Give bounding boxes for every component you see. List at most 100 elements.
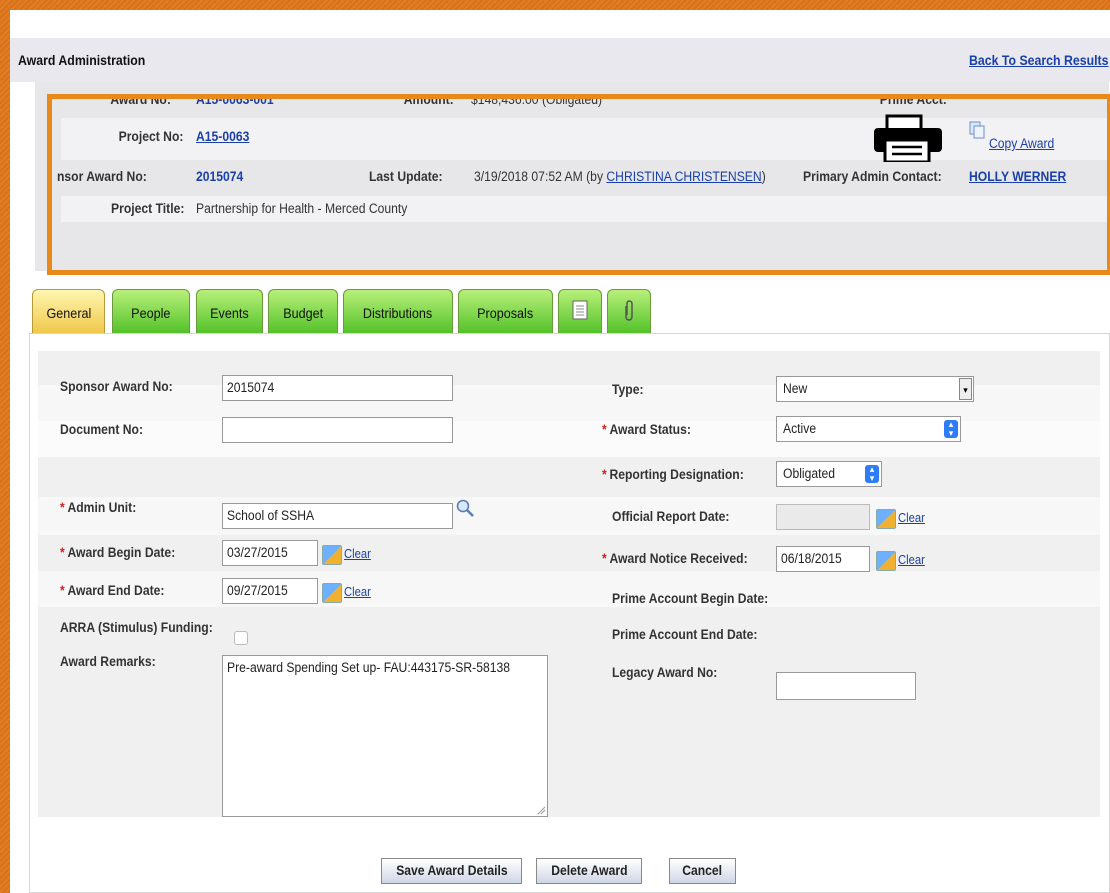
page-title: Award Administration <box>18 52 146 68</box>
summary-row: Project Title: Partnership for Health - … <box>61 196 1110 222</box>
delete-award-button[interactable]: Delete Award <box>536 858 642 884</box>
award-no-label: Award No: <box>110 92 171 107</box>
award-begin-clear-link[interactable]: Clear <box>344 547 371 561</box>
award-summary-header: Award No: A15-0063-001 Amount: $148,436.… <box>35 82 1110 271</box>
award-end-date-field[interactable]: 09/27/2015 <box>222 578 318 604</box>
required-mark: * <box>602 467 607 482</box>
tab-label: People <box>131 305 171 321</box>
type-select[interactable]: New ▾ <box>776 376 974 402</box>
project-title-label: Project Title: <box>111 201 185 216</box>
general-panel: Sponsor Award No: 2015074 Document No: *… <box>29 333 1110 893</box>
type-label: Type: <box>612 382 644 397</box>
sponsor-award-no-value: 2015074 <box>196 169 244 184</box>
form-row <box>38 607 1100 817</box>
reporting-designation-label-text: Reporting Designation: <box>609 467 744 482</box>
award-notice-received-field[interactable]: 06/18/2015 <box>776 546 870 572</box>
back-to-search-results-link[interactable]: Back To Search Results <box>969 52 1108 68</box>
cancel-button-label: Cancel <box>682 863 723 878</box>
delete-button-label: Delete Award <box>550 863 628 878</box>
legacy-award-no-label: Legacy Award No: <box>612 665 718 680</box>
sponsor-award-no-value: 2015074 <box>227 380 275 395</box>
copy-award-link[interactable]: Copy Award <box>989 136 1054 151</box>
reporting-designation-select[interactable]: Obligated ▴ ▾ <box>776 461 882 487</box>
official-report-date-field[interactable] <box>776 504 870 530</box>
tab-notes[interactable] <box>558 289 602 333</box>
chevron-updown-icon: ▴ ▾ <box>865 465 879 483</box>
calendar-icon[interactable] <box>876 509 896 529</box>
tab-label: Events <box>210 305 249 321</box>
award-status-label-text: Award Status: <box>609 422 691 437</box>
last-update-label: Last Update: <box>369 169 443 184</box>
award-notice-clear-link[interactable]: Clear <box>898 553 925 567</box>
admin-unit-field[interactable]: School of SSHA <box>222 503 453 529</box>
search-icon[interactable] <box>455 498 475 518</box>
admin-unit-label-text: Admin Unit: <box>67 500 137 515</box>
project-no-label: Project No: <box>118 129 184 144</box>
admin-unit-value: School of SSHA <box>227 508 315 523</box>
form-row <box>38 571 1100 607</box>
sponsor-award-no-label: Sponsor Award No: <box>60 379 173 394</box>
tab-distributions[interactable]: Distributions <box>343 289 453 333</box>
tab-proposals[interactable]: Proposals <box>458 289 553 333</box>
title-bar: Award Administration Back To Search Resu… <box>10 38 1110 82</box>
calendar-icon[interactable] <box>322 583 342 603</box>
form-row <box>38 535 1100 571</box>
calendar-icon[interactable] <box>322 545 342 565</box>
save-button-label: Save Award Details <box>395 863 508 878</box>
tab-label: Proposals <box>477 305 534 321</box>
sponsor-award-no-label: nsor Award No: <box>57 169 147 184</box>
form-row <box>38 457 1100 497</box>
admin-unit-label: * Admin Unit: <box>60 500 136 515</box>
required-mark: * <box>60 583 65 598</box>
calendar-icon[interactable] <box>876 551 896 571</box>
last-update-user-link[interactable]: CHRISTINA CHRISTENSEN <box>606 169 761 184</box>
paperclip-icon <box>625 300 633 321</box>
last-update-value: 3/19/2018 07:52 AM (by CHRISTINA CHRISTE… <box>474 169 766 184</box>
document-no-label: Document No: <box>60 422 144 437</box>
project-no-link[interactable]: A15-0063 <box>196 129 249 144</box>
save-award-details-button[interactable]: Save Award Details <box>381 858 522 884</box>
project-title-value: Partnership for Health - Merced County <box>196 201 408 216</box>
sponsor-award-no-field[interactable]: 2015074 <box>222 375 453 401</box>
award-remarks-textarea[interactable]: Pre-award Spending Set up- FAU:443175-SR… <box>222 655 548 817</box>
tab-label: General <box>46 305 91 321</box>
award-notice-received-label-text: Award Notice Received: <box>609 551 748 566</box>
official-report-date-label: Official Report Date: <box>612 509 730 524</box>
printer-icon[interactable] <box>871 114 945 164</box>
legacy-award-no-field[interactable] <box>776 672 916 700</box>
award-end-clear-link[interactable]: Clear <box>344 585 371 599</box>
official-report-clear-link[interactable]: Clear <box>898 511 925 525</box>
award-begin-date-label: * Award Begin Date: <box>60 545 175 560</box>
tab-general[interactable]: General <box>32 289 105 333</box>
cancel-button[interactable]: Cancel <box>669 858 736 884</box>
resize-handle-icon[interactable] <box>536 805 546 815</box>
award-notice-received-label: * Award Notice Received: <box>602 551 748 566</box>
form-row <box>38 497 1100 535</box>
tab-budget[interactable]: Budget <box>268 289 338 333</box>
copy-icon <box>969 121 985 139</box>
award-begin-date-field[interactable]: 03/27/2015 <box>222 540 318 566</box>
tab-attachments[interactable] <box>607 289 651 333</box>
summary-row: Project No: A15-0063 Copy Award <box>61 114 1110 164</box>
tab-label: Distributions <box>363 305 433 321</box>
award-remarks-value: Pre-award Spending Set up- FAU:443175-SR… <box>227 660 511 675</box>
award-status-select[interactable]: Active ▴ ▾ <box>776 416 961 442</box>
document-icon <box>572 300 588 320</box>
award-end-date-value: 09/27/2015 <box>227 583 288 598</box>
award-remarks-label: Award Remarks: <box>60 654 156 669</box>
award-notice-received-value: 06/18/2015 <box>781 551 842 566</box>
reporting-designation-label: * Reporting Designation: <box>602 467 744 482</box>
award-end-date-label: * Award End Date: <box>60 583 164 598</box>
tab-events[interactable]: Events <box>196 289 263 333</box>
document-no-field[interactable] <box>222 417 453 443</box>
award-status-label: * Award Status: <box>602 422 691 437</box>
summary-row: nsor Award No: 2015074 Last Update: 3/19… <box>57 162 1110 194</box>
tab-people[interactable]: People <box>112 289 190 333</box>
last-update-date: 3/19/2018 07:52 AM (by <box>474 169 604 184</box>
tab-label: Budget <box>283 305 323 321</box>
arra-funding-checkbox[interactable] <box>234 631 248 645</box>
arra-funding-label: ARRA (Stimulus) Funding: <box>60 620 213 635</box>
award-begin-date-value: 03/27/2015 <box>227 545 288 560</box>
primary-admin-contact-link[interactable]: HOLLY WERNER <box>969 169 1066 184</box>
prime-account-begin-date-label: Prime Account Begin Date: <box>612 591 769 606</box>
